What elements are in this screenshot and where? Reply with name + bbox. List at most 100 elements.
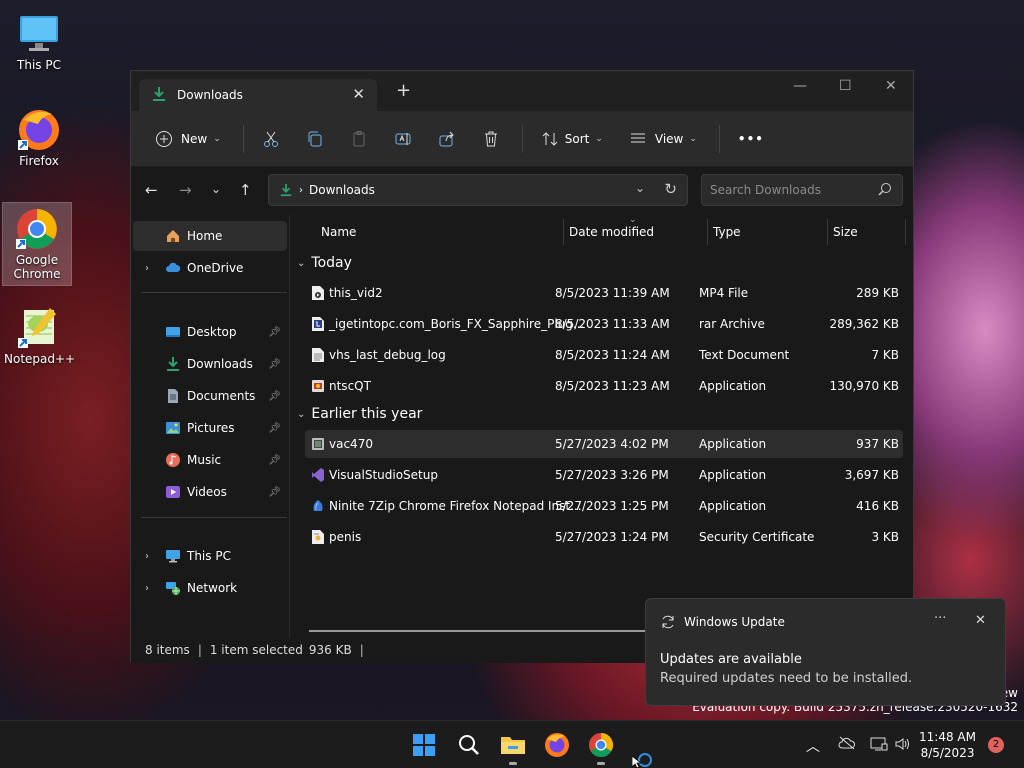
file-list: Name ⌄ Date modified Type Size ⌄ Today t… [291, 215, 913, 637]
column-separator[interactable] [905, 219, 906, 245]
breadcrumb[interactable]: Downloads [309, 183, 375, 197]
file-row[interactable]: ntscQT 8/5/2023 11:23 AM Application 130… [305, 372, 903, 400]
file-row[interactable]: Ninite 7Zip Chrome Firefox Notepad Inst.… [305, 492, 903, 520]
notification-badge[interactable]: 2 [988, 737, 1004, 753]
rename-button[interactable] [386, 123, 420, 155]
column-header-date-modified[interactable]: Date modified [569, 225, 654, 239]
search-input[interactable] [702, 175, 862, 205]
file-row[interactable]: vhs_last_debug_log 8/5/2023 11:24 AM Tex… [305, 341, 903, 369]
paste-button[interactable] [342, 123, 376, 155]
pin-icon[interactable]: 📌︎ [268, 423, 281, 434]
file-row[interactable]: VisualStudioSetup 5/27/2023 3:26 PM Appl… [305, 461, 903, 489]
tab-downloads[interactable]: Downloads ✕ [139, 79, 377, 111]
sort-button[interactable]: Sort ⌄ [533, 123, 611, 155]
sidebar-item-videos[interactable]: Videos 📌︎ [133, 477, 287, 507]
desktop-icon-label: Notepad++ [4, 352, 76, 366]
network-status-icon[interactable] [870, 736, 888, 756]
minimize-button[interactable]: — [793, 78, 807, 94]
taskbar-file-explorer[interactable] [499, 731, 527, 765]
pin-icon[interactable]: 📌︎ [268, 487, 281, 498]
share-button[interactable] [430, 123, 464, 155]
desktop-icon-firefox[interactable]: Firefox [4, 104, 74, 168]
recent-locations-chevron-icon[interactable]: ⌄ [211, 182, 221, 196]
sidebar-item-onedrive[interactable]: › OneDrive [133, 253, 287, 283]
delete-button[interactable] [474, 123, 508, 155]
column-separator[interactable] [827, 219, 828, 245]
clock[interactable]: 11:48 AM 8/5/2023 [919, 729, 976, 761]
refresh-icon[interactable]: ↻ [664, 180, 677, 198]
pin-icon[interactable]: 📌︎ [268, 359, 281, 370]
group-header-earlier-this-year[interactable]: ⌄ Earlier this year [297, 406, 422, 422]
desktop-icon-this-pc[interactable]: This PC [4, 8, 74, 72]
view-button[interactable]: View ⌄ [621, 123, 705, 155]
file-date: 5/27/2023 3:26 PM [555, 468, 669, 482]
collapse-chevron-icon: ⌄ [297, 257, 306, 269]
file-explorer-window: Downloads ✕ + — ☐ ✕ New ⌄ Sort ⌄ View ⌄ … [130, 70, 914, 663]
expand-chevron-icon[interactable]: › [145, 551, 149, 562]
pin-icon[interactable]: 📌︎ [268, 455, 281, 466]
sidebar-item-network[interactable]: › Network [133, 573, 287, 603]
search-box [701, 174, 903, 206]
sidebar-separator [141, 292, 287, 293]
file-row[interactable]: penis 5/27/2023 1:24 PM Security Certifi… [305, 523, 903, 551]
file-row[interactable]: _igetintopc.com_Boris_FX_Sapphire_Plug..… [305, 310, 903, 338]
taskbar-chrome[interactable] [587, 731, 615, 765]
column-separator[interactable] [707, 219, 708, 245]
column-header-size[interactable]: Size [833, 225, 858, 239]
close-tab-icon[interactable]: ✕ [352, 85, 365, 103]
group-header-today[interactable]: ⌄ Today [297, 255, 352, 271]
more-options-icon[interactable]: ··· [934, 611, 946, 626]
file-size: 289,362 KB [829, 317, 899, 331]
desktop-icon-label: Firefox [19, 154, 59, 168]
file-row-selected[interactable]: vac470 5/27/2023 4:02 PM Application 937… [305, 430, 903, 458]
pin-icon[interactable]: 📌︎ [268, 327, 281, 338]
sidebar-item-desktop[interactable]: Desktop 📌︎ [133, 317, 287, 347]
search-icon[interactable] [878, 182, 892, 199]
sidebar-item-downloads[interactable]: Downloads 📌︎ [133, 349, 287, 379]
see-more-button[interactable]: ••• [730, 123, 772, 155]
expand-chevron-icon[interactable]: › [145, 263, 149, 274]
maximize-button[interactable]: ☐ [839, 78, 852, 94]
cut-button[interactable] [254, 123, 288, 155]
up-arrow-icon[interactable]: ↑ [239, 181, 252, 199]
file-row[interactable]: this_vid2 8/5/2023 11:39 AM MP4 File 289… [305, 279, 903, 307]
new-tab-button[interactable]: + [396, 82, 411, 100]
file-size: 416 KB [856, 499, 899, 513]
pin-icon[interactable]: 📌︎ [268, 391, 281, 402]
text-file-icon [312, 348, 324, 362]
sort-indicator-icon: ⌄ [629, 215, 637, 225]
horizontal-scrollbar[interactable] [309, 630, 649, 632]
close-window-button[interactable]: ✕ [885, 78, 897, 94]
expand-chevron-icon[interactable]: › [145, 583, 149, 594]
sidebar-item-this-pc[interactable]: › This PC [133, 541, 287, 571]
new-button[interactable]: New ⌄ [147, 123, 229, 155]
sidebar-item-documents[interactable]: Documents 📌︎ [133, 381, 287, 411]
sidebar-item-pictures[interactable]: Pictures 📌︎ [133, 413, 287, 443]
forward-arrow-icon[interactable]: → [179, 181, 192, 199]
search-icon [459, 735, 479, 755]
copy-icon [308, 131, 322, 146]
column-header-name[interactable]: Name [321, 225, 356, 239]
windows-update-notification[interactable]: Windows Update ··· ✕ Updates are availab… [645, 598, 1006, 706]
group-label: Today [311, 255, 352, 271]
desktop-icon-notepad-plus-plus[interactable]: Notepad++ [4, 302, 76, 366]
start-button[interactable] [410, 731, 438, 759]
column-header-type[interactable]: Type [713, 225, 741, 239]
address-dropdown-icon[interactable]: ⌄ [635, 181, 645, 195]
file-name: penis [329, 530, 362, 544]
column-separator[interactable] [563, 219, 564, 245]
file-type: Application [699, 437, 767, 451]
taskbar-firefox[interactable] [543, 731, 571, 759]
show-hidden-icons-chevron-icon[interactable]: ︿ [806, 736, 820, 756]
close-notification-icon[interactable]: ✕ [975, 613, 986, 628]
address-bar[interactable]: › Downloads ⌄ ↻ [268, 174, 688, 206]
back-arrow-icon[interactable]: ← [145, 181, 158, 199]
search-button[interactable] [455, 731, 483, 759]
desktop-icon-google-chrome[interactable]: Google Chrome [2, 202, 72, 286]
pane-divider[interactable] [289, 215, 290, 637]
copy-button[interactable] [298, 123, 332, 155]
onedrive-offline-icon[interactable] [838, 736, 856, 754]
sidebar-item-music[interactable]: Music 📌︎ [133, 445, 287, 475]
sidebar-item-home[interactable]: Home [133, 221, 287, 251]
volume-icon[interactable] [894, 736, 910, 756]
